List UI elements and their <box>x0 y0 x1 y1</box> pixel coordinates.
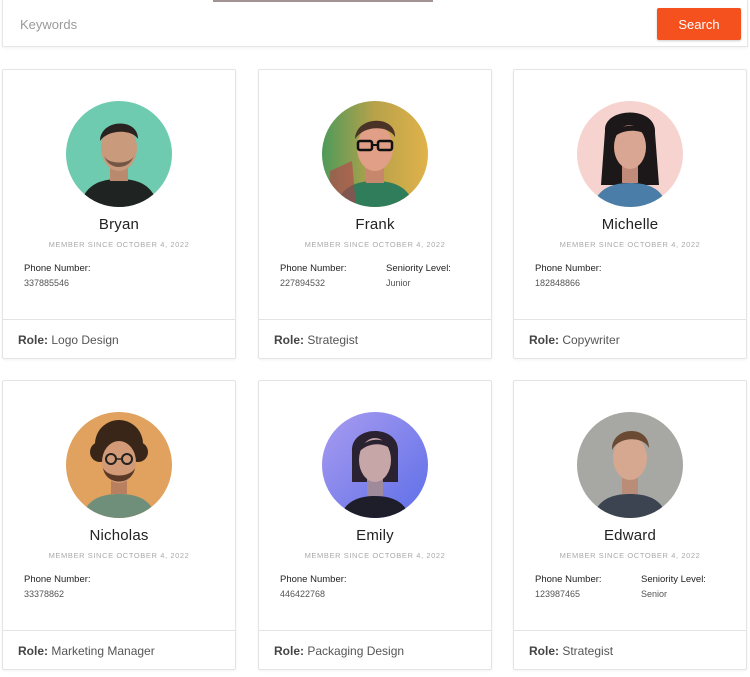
avatar-photo-icon <box>66 101 172 207</box>
role-footer: Role: Strategist <box>259 319 491 359</box>
role-label: Role: <box>274 333 304 347</box>
team-member-grid: Bryan MEMBER SINCE OCTOBER 4, 2022 Phone… <box>2 69 748 673</box>
member-card[interactable]: Emily MEMBER SINCE OCTOBER 4, 2022 Phone… <box>258 380 492 670</box>
member-avatar <box>577 412 683 518</box>
member-avatar <box>322 412 428 518</box>
phone-field: Phone Number: 123987465 <box>535 574 602 599</box>
seniority-field: Seniority Level: Senior <box>641 574 706 599</box>
phone-label: Phone Number: <box>535 574 602 585</box>
avatar-photo-icon <box>577 412 683 518</box>
role-label: Role: <box>274 644 304 658</box>
member-card[interactable]: Frank MEMBER SINCE OCTOBER 4, 2022 Phone… <box>258 69 492 359</box>
phone-label: Phone Number: <box>280 574 347 585</box>
phone-value: 182848866 <box>535 278 581 288</box>
header-accent-strip <box>213 0 433 2</box>
phone-value: 227894532 <box>280 278 326 288</box>
keywords-search-input[interactable] <box>11 6 651 42</box>
role-value: Strategist <box>562 644 614 658</box>
role-footer: Role: Strategist <box>514 630 746 670</box>
role-value: Logo Design <box>51 333 119 347</box>
phone-field: Phone Number: 227894532 <box>280 263 347 288</box>
member-name: Frank <box>355 216 395 233</box>
phone-field: Phone Number: 33378862 <box>24 574 91 599</box>
seniority-value: Senior <box>641 589 668 599</box>
phone-field: Phone Number: 337885546 <box>24 263 91 288</box>
role-value: Packaging Design <box>307 644 405 658</box>
role-label: Role: <box>18 644 48 658</box>
member-name: Bryan <box>98 216 140 233</box>
member-card[interactable]: Michelle MEMBER SINCE OCTOBER 4, 2022 Ph… <box>513 69 747 359</box>
role-footer: Role: Packaging Design <box>259 630 491 670</box>
member-name: Michelle <box>601 216 659 233</box>
member-since-text: MEMBER SINCE OCTOBER 4, 2022 <box>48 551 190 560</box>
role-label: Role: <box>529 644 559 658</box>
phone-value: 33378862 <box>24 589 65 599</box>
member-avatar <box>322 101 428 207</box>
member-since-text: MEMBER SINCE OCTOBER 4, 2022 <box>559 240 701 249</box>
role-value: Marketing Manager <box>51 644 155 658</box>
seniority-value: Junior <box>386 278 411 288</box>
avatar-photo-icon <box>322 101 428 207</box>
member-card[interactable]: Bryan MEMBER SINCE OCTOBER 4, 2022 Phone… <box>2 69 236 359</box>
phone-field: Phone Number: 446422768 <box>280 574 347 599</box>
member-since-text: MEMBER SINCE OCTOBER 4, 2022 <box>48 240 190 249</box>
phone-label: Phone Number: <box>24 574 91 585</box>
seniority-field: Seniority Level: Junior <box>386 263 451 288</box>
phone-label: Phone Number: <box>280 263 347 274</box>
member-card[interactable]: Nicholas MEMBER SINCE OCTOBER 4, 2022 Ph… <box>2 380 236 670</box>
phone-value: 446422768 <box>280 589 326 599</box>
member-name: Edward <box>603 527 657 544</box>
role-label: Role: <box>529 333 559 347</box>
role-footer: Role: Copywriter <box>514 319 746 359</box>
member-since-text: MEMBER SINCE OCTOBER 4, 2022 <box>304 240 446 249</box>
role-value: Copywriter <box>562 333 620 347</box>
phone-label: Phone Number: <box>24 263 91 274</box>
member-name: Nicholas <box>89 527 149 544</box>
member-since-text: MEMBER SINCE OCTOBER 4, 2022 <box>304 551 446 560</box>
search-button[interactable]: Search <box>657 8 741 40</box>
role-footer: Role: Marketing Manager <box>3 630 235 670</box>
avatar-photo-icon <box>577 101 683 207</box>
seniority-label: Seniority Level: <box>386 263 451 274</box>
member-since-text: MEMBER SINCE OCTOBER 4, 2022 <box>559 551 701 560</box>
seniority-label: Seniority Level: <box>641 574 706 585</box>
role-value: Strategist <box>307 333 359 347</box>
search-bar: Search <box>2 0 748 47</box>
phone-label: Phone Number: <box>535 263 602 274</box>
phone-value: 337885546 <box>24 278 70 288</box>
phone-field: Phone Number: 182848866 <box>535 263 602 288</box>
member-avatar <box>66 412 172 518</box>
member-avatar <box>66 101 172 207</box>
avatar-photo-icon <box>322 412 428 518</box>
role-footer: Role: Logo Design <box>3 319 235 359</box>
phone-value: 123987465 <box>535 589 581 599</box>
member-name: Emily <box>356 527 394 544</box>
avatar-photo-icon <box>66 412 172 518</box>
member-card[interactable]: Edward MEMBER SINCE OCTOBER 4, 2022 Phon… <box>513 380 747 670</box>
member-avatar <box>577 101 683 207</box>
role-label: Role: <box>18 333 48 347</box>
